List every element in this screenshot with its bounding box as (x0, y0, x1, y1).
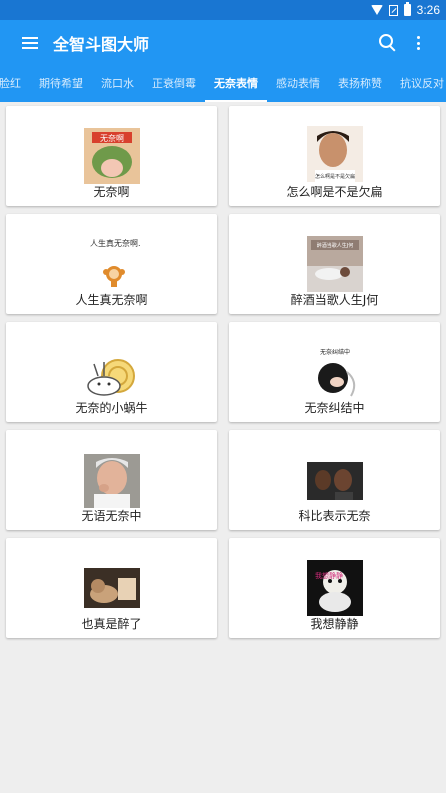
meme-card[interactable]: 人生真无奈啊.. 人生真无奈啊 (6, 214, 217, 314)
meme-label: 人生真无奈啊 (75, 293, 148, 307)
meme-thumbnail: 醉酒当歌人生J何 (306, 236, 363, 292)
meme-thumbnail (306, 462, 363, 500)
app-title: 全智斗图大师 (53, 35, 150, 54)
tab-helpless[interactable]: 无奈表情 (205, 66, 267, 102)
svg-text:无奈啊: 无奈啊 (100, 133, 124, 143)
meme-thumbnail (83, 352, 140, 398)
tab-praise[interactable]: 表扬称赞 (329, 66, 391, 102)
meme-thumbnail: 怎么啊是不是欠扁 (306, 126, 363, 182)
meme-card[interactable]: 无奈啊 无奈啊 (6, 106, 217, 206)
svg-text:人生真无奈啊..: 人生真无奈啊.. (90, 238, 140, 248)
meme-label: 无奈纠结中 (304, 401, 365, 415)
svg-text:醉酒当歌人生J何: 醉酒当歌人生J何 (316, 242, 352, 249)
no-sim-icon (388, 4, 398, 16)
tab-unlucky[interactable]: 正衰倒霉 (143, 66, 205, 102)
meme-label: 我想静静 (310, 617, 359, 631)
meme-label: 无语无奈中 (81, 509, 142, 523)
tab-blush[interactable]: 脸红 (0, 66, 30, 102)
meme-thumbnail: 无奈啊 (83, 128, 140, 184)
meme-card[interactable]: 无奈纠结中 无奈纠结中 (229, 322, 440, 422)
meme-card[interactable]: 我想静静 我想静静 (229, 538, 440, 638)
search-icon[interactable] (378, 33, 398, 53)
app-bar: 全智斗图大师 (0, 20, 446, 66)
status-bar: 3:26 (0, 0, 446, 20)
meme-label: 科比表示无奈 (298, 509, 371, 523)
meme-label: 无奈的小蜗牛 (75, 401, 148, 415)
meme-card[interactable]: 怎么啊是不是欠扁 怎么啊是不是欠扁 (229, 106, 440, 206)
wifi-icon (370, 5, 383, 15)
meme-card[interactable]: 也真是醉了 (6, 538, 217, 638)
battery-icon (403, 2, 411, 16)
category-tabs: 脸红 期待希望 流口水 正衰倒霉 无奈表情 感动表情 表扬称赞 抗议反对 心 (0, 66, 446, 102)
meme-thumbnail: 人生真无奈啊.. (83, 234, 140, 290)
meme-label: 也真是醉了 (81, 617, 142, 631)
status-time: 3:26 (416, 3, 440, 17)
svg-text:我想静静: 我想静静 (315, 571, 343, 580)
meme-label: 无奈啊 (93, 185, 130, 199)
meme-card[interactable]: 科比表示无奈 (229, 430, 440, 530)
tab-touched[interactable]: 感动表情 (267, 66, 329, 102)
meme-thumbnail (83, 454, 140, 508)
meme-thumbnail: 我想静静 (306, 560, 363, 616)
svg-text:无奈纠结中: 无奈纠结中 (319, 348, 349, 356)
tab-expect[interactable]: 期待希望 (30, 66, 92, 102)
menu-icon[interactable] (22, 37, 38, 49)
tab-protest[interactable]: 抗议反对 (391, 66, 446, 102)
meme-card[interactable]: 无奈的小蜗牛 (6, 322, 217, 422)
meme-thumbnail: 无奈纠结中 (306, 346, 363, 400)
tab-drool[interactable]: 流口水 (92, 66, 143, 102)
more-options-icon[interactable] (416, 36, 420, 50)
meme-card[interactable]: 醉酒当歌人生J何 醉酒当歌人生J何 (229, 214, 440, 314)
meme-label: 醉酒当歌人生J何 (290, 293, 379, 307)
svg-text:怎么啊是不是欠扁: 怎么啊是不是欠扁 (314, 173, 354, 180)
meme-label: 怎么啊是不是欠扁 (286, 185, 383, 199)
meme-grid: 无奈啊 无奈啊 怎么啊是不是欠扁 怎么啊是不是欠扁 人生真无奈啊.. 人生真无奈… (6, 106, 440, 638)
meme-card[interactable]: 无语无奈中 (6, 430, 217, 530)
meme-thumbnail (83, 568, 140, 608)
